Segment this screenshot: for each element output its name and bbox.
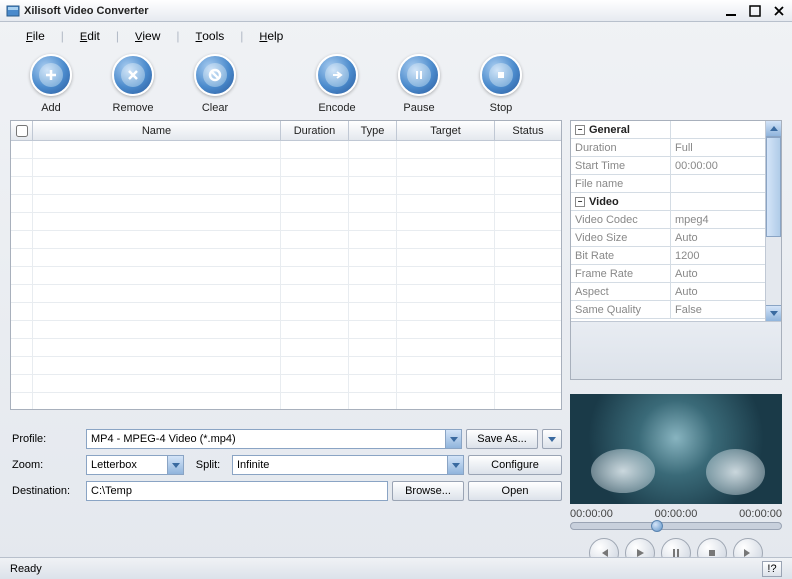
save-as-button[interactable]: Save As... — [466, 429, 538, 449]
status-bar: Ready !? — [0, 557, 792, 579]
menu-bar: File | Edit | View | Tools | Help — [0, 22, 792, 50]
prop-samequality-key: Same Quality — [571, 301, 671, 318]
encode-label: Encode — [318, 102, 355, 114]
profile-label: Profile: — [10, 433, 82, 445]
app-icon — [6, 4, 20, 18]
encode-button[interactable]: Encode — [296, 54, 378, 114]
clear-button[interactable]: Clear — [174, 54, 256, 114]
prop-codec-key: Video Codec — [571, 211, 671, 228]
prop-size-val[interactable]: Auto — [671, 229, 765, 246]
split-value: Infinite — [237, 459, 269, 471]
prop-duration-key: Duration — [571, 139, 671, 156]
add-label: Add — [41, 102, 61, 114]
prop-starttime-val[interactable]: 00:00:00 — [671, 157, 765, 174]
remove-label: Remove — [113, 102, 154, 114]
prop-bitrate-val[interactable]: 1200 — [671, 247, 765, 264]
timeline-knob[interactable] — [651, 520, 663, 532]
chevron-down-icon — [447, 456, 463, 474]
properties-description — [571, 321, 781, 379]
prop-filename-key: File name — [571, 175, 671, 192]
prop-framerate-val[interactable]: Auto — [671, 265, 765, 282]
profile-combo[interactable]: MP4 - MPEG-4 Video (*.mp4) — [86, 429, 462, 449]
timeline-end: 00:00:00 — [739, 508, 782, 520]
chevron-down-icon — [445, 430, 461, 448]
menu-edit[interactable]: Edit — [66, 25, 114, 47]
close-button[interactable] — [772, 4, 786, 18]
preview-pane — [570, 394, 782, 504]
zoom-label: Zoom: — [10, 459, 82, 471]
zoom-combo[interactable]: Letterbox — [86, 455, 184, 475]
maximize-button[interactable] — [748, 4, 762, 18]
menu-separator: | — [61, 29, 64, 43]
grid-body[interactable] — [11, 141, 561, 410]
scroll-up-icon[interactable] — [766, 121, 781, 137]
pause-label: Pause — [403, 102, 434, 114]
prop-samequality-val[interactable]: False — [671, 301, 765, 318]
menu-view[interactable]: View — [121, 25, 174, 47]
clear-label: Clear — [202, 102, 228, 114]
minimize-button[interactable] — [724, 4, 738, 18]
toolbar: Add Remove Clear Encode Pause Stop — [0, 50, 792, 120]
preview-image — [570, 394, 782, 504]
properties-scrollbar[interactable] — [765, 121, 781, 321]
grid-header: Name Duration Type Target Status — [11, 121, 561, 141]
browse-button[interactable]: Browse... — [392, 481, 464, 501]
header-type[interactable]: Type — [349, 121, 397, 140]
pause-button[interactable]: Pause — [378, 54, 460, 114]
menu-separator: | — [176, 29, 179, 43]
timeline-track[interactable] — [570, 522, 782, 530]
status-text: Ready — [10, 563, 762, 575]
profile-value: MP4 - MPEG-4 Video (*.mp4) — [91, 433, 236, 445]
open-button[interactable]: Open — [468, 481, 562, 501]
menu-file[interactable]: File — [12, 25, 59, 47]
menu-separator: | — [240, 29, 243, 43]
header-name[interactable]: Name — [33, 121, 281, 140]
prop-starttime-key: Start Time — [571, 157, 671, 174]
add-button[interactable]: Add — [10, 54, 92, 114]
timeline-current: 00:00:00 — [655, 508, 698, 520]
prop-aspect-key: Aspect — [571, 283, 671, 300]
destination-value: C:\Temp — [91, 485, 132, 497]
header-duration[interactable]: Duration — [281, 121, 349, 140]
scroll-thumb[interactable] — [766, 137, 781, 237]
destination-label: Destination: — [10, 485, 82, 497]
properties-panel: −General DurationFull Start Time00:00:00… — [570, 120, 782, 380]
timeline: 00:00:00 00:00:00 00:00:00 — [570, 508, 782, 530]
menu-help[interactable]: Help — [245, 25, 297, 47]
title-bar: Xilisoft Video Converter — [0, 0, 792, 22]
prop-size-key: Video Size — [571, 229, 671, 246]
header-checkbox[interactable] — [11, 121, 33, 140]
save-as-dropdown[interactable] — [542, 429, 562, 449]
header-status[interactable]: Status — [495, 121, 561, 140]
stop-button[interactable]: Stop — [460, 54, 542, 114]
file-list-grid: Name Duration Type Target Status — [10, 120, 562, 410]
help-button[interactable]: !? — [762, 561, 782, 577]
destination-input[interactable]: C:\Temp — [86, 481, 388, 501]
stop-label: Stop — [490, 102, 513, 114]
app-title: Xilisoft Video Converter — [24, 5, 724, 17]
prop-group-video[interactable]: −Video — [571, 193, 671, 210]
menu-separator: | — [116, 29, 119, 43]
prop-bitrate-key: Bit Rate — [571, 247, 671, 264]
remove-button[interactable]: Remove — [92, 54, 174, 114]
prop-aspect-val[interactable]: Auto — [671, 283, 765, 300]
chevron-down-icon — [167, 456, 183, 474]
menu-tools[interactable]: Tools — [182, 25, 239, 47]
prop-duration-val[interactable]: Full — [671, 139, 765, 156]
prop-framerate-key: Frame Rate — [571, 265, 671, 282]
configure-button[interactable]: Configure — [468, 455, 562, 475]
header-target[interactable]: Target — [397, 121, 495, 140]
prop-group-general[interactable]: −General — [571, 121, 671, 138]
timeline-start: 00:00:00 — [570, 508, 613, 520]
split-label: Split: — [188, 459, 228, 471]
scroll-down-icon[interactable] — [766, 305, 781, 321]
prop-codec-val[interactable]: mpeg4 — [671, 211, 765, 228]
prop-filename-val[interactable] — [671, 175, 765, 192]
split-combo[interactable]: Infinite — [232, 455, 464, 475]
zoom-value: Letterbox — [91, 459, 137, 471]
